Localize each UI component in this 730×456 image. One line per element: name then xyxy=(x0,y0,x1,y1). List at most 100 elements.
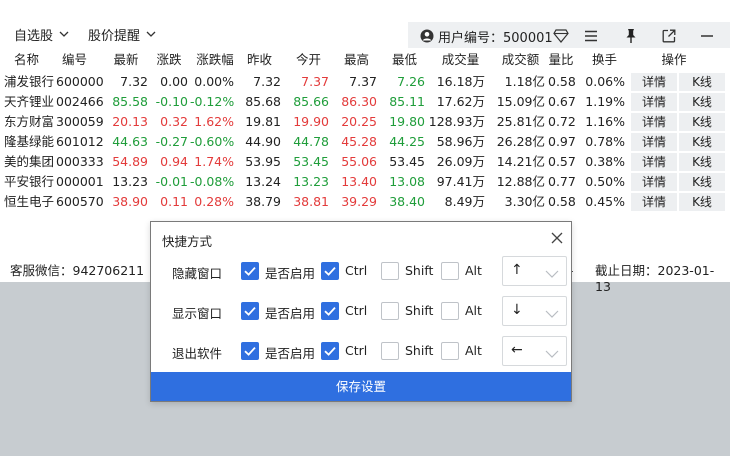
kline-button[interactable]: K线 xyxy=(679,93,725,111)
close-icon[interactable] xyxy=(550,231,564,245)
cell-latest: 13.23 xyxy=(112,174,148,189)
column-header[interactable]: 最低 xyxy=(382,50,427,70)
column-header[interactable]: 成交额 xyxy=(492,50,549,70)
table-row[interactable]: 恒生电子 600570 38.90 0.11 0.28% 38.79 38.81 39.29 3… xyxy=(0,192,730,212)
alt-checkbox[interactable] xyxy=(441,262,459,280)
watchlist-menu[interactable]: 自选股 xyxy=(14,22,69,46)
table-row[interactable]: 隆基绿能 601012 44.63 -0.27 -0.60% 44.90 44.78 45.2… xyxy=(0,132,730,152)
cell-name: 浦发银行 xyxy=(4,74,55,89)
cell-code: 600000 xyxy=(56,74,104,89)
cell-prev-close: 13.24 xyxy=(245,174,281,189)
cell-low: 7.26 xyxy=(397,74,425,89)
cell-name: 隆基绿能 xyxy=(4,134,55,149)
alt-checkbox[interactable] xyxy=(441,342,459,360)
cell-volume: 17.62万 xyxy=(436,94,485,109)
key-select[interactable]: ← xyxy=(502,336,567,366)
shift-checkbox[interactable] xyxy=(381,302,399,320)
detail-button[interactable]: 详情 xyxy=(631,93,677,111)
column-header[interactable]: 名称 xyxy=(14,50,54,70)
table-row[interactable]: 平安银行 000001 13.23 -0.01 -0.08% 13.24 13.23 13.4… xyxy=(0,172,730,192)
table-row[interactable]: 东方财富 300059 20.13 0.32 1.62% 19.81 19.90 20.25 1… xyxy=(0,112,730,132)
popout-icon[interactable] xyxy=(660,27,678,45)
pin-icon[interactable] xyxy=(622,27,640,45)
cell-change: 0.11 xyxy=(160,194,188,209)
detail-button[interactable]: 详情 xyxy=(631,73,677,91)
cell-latest: 20.13 xyxy=(112,114,148,129)
service-wechat: 客服微信：942706211 xyxy=(10,263,145,278)
cell-latest: 44.63 xyxy=(112,134,148,149)
cell-change-pct: -0.60% xyxy=(190,134,235,149)
column-header[interactable]: 成交量 xyxy=(432,50,489,70)
cell-volume: 58.96万 xyxy=(436,134,485,149)
key-select[interactable]: ↓ xyxy=(502,296,567,326)
column-header[interactable]: 今开 xyxy=(286,50,331,70)
shift-checkbox[interactable] xyxy=(381,342,399,360)
table-row[interactable]: 天齐锂业 002466 85.58 -0.10 -0.12% 85.68 85.66 86.3… xyxy=(0,92,730,112)
ctrl-checkbox[interactable] xyxy=(321,342,339,360)
column-header[interactable]: 涨跌幅 xyxy=(190,50,240,70)
column-header[interactable]: 涨跌 xyxy=(150,50,188,70)
kline-button[interactable]: K线 xyxy=(679,113,725,131)
ctrl-checkbox[interactable] xyxy=(321,262,339,280)
detail-button[interactable]: 详情 xyxy=(631,133,677,151)
enable-checkbox[interactable] xyxy=(241,262,259,280)
enable-checkbox[interactable] xyxy=(241,342,259,360)
minimize-icon[interactable] xyxy=(698,27,716,45)
cell-volume: 128.93万 xyxy=(428,114,485,129)
cell-latest: 7.32 xyxy=(120,74,148,89)
cell-prev-close: 38.79 xyxy=(245,194,281,209)
shift-checkbox[interactable] xyxy=(381,262,399,280)
diamond-icon[interactable] xyxy=(552,27,570,45)
cell-name: 东方财富 xyxy=(4,114,55,129)
price-alert-menu[interactable]: 股价提醒 xyxy=(88,22,156,46)
cell-high: 39.29 xyxy=(341,194,377,209)
shortcut-label: 隐藏窗口 xyxy=(172,266,223,281)
chevron-down-icon xyxy=(59,31,69,37)
menu-icon[interactable] xyxy=(582,27,600,45)
cell-high: 55.06 xyxy=(341,154,377,169)
detail-button[interactable]: 详情 xyxy=(631,153,677,171)
enable-label: 是否启用 xyxy=(265,346,316,361)
cell-change-pct: 0.00% xyxy=(194,74,234,89)
cell-open: 7.37 xyxy=(301,74,329,89)
shortcut-row: 隐藏窗口 是否启用 Ctrl Shift Alt ↑ xyxy=(151,256,573,286)
cell-change: 0.32 xyxy=(160,114,188,129)
cell-low: 44.25 xyxy=(389,134,425,149)
cell-turnover: 0.38% xyxy=(585,154,625,169)
cell-code: 002466 xyxy=(56,94,104,109)
cell-name: 恒生电子 xyxy=(4,194,55,209)
ctrl-checkbox[interactable] xyxy=(321,302,339,320)
column-header[interactable]: 操作 xyxy=(640,50,708,70)
table-row[interactable]: 浦发银行 600000 7.32 0.00 0.00% 7.32 7.37 7.37 7.26 1… xyxy=(0,72,730,92)
shortcut-dialog: 快捷方式 隐藏窗口 是否启用 Ctrl Shift Alt ↑ 显示窗口 是否启用 Ctrl Sh… xyxy=(150,221,572,402)
cell-name: 天齐锂业 xyxy=(4,94,55,109)
ctrl-label: Ctrl xyxy=(345,263,368,278)
table-row[interactable]: 美的集团 000333 54.89 0.94 1.74% 53.95 53.45 55.06 5… xyxy=(0,152,730,172)
kline-button[interactable]: K线 xyxy=(679,153,725,171)
detail-button[interactable]: 详情 xyxy=(631,193,677,211)
column-header[interactable]: 量比 xyxy=(546,50,576,70)
detail-button[interactable]: 详情 xyxy=(631,113,677,131)
column-header[interactable]: 最高 xyxy=(334,50,379,70)
column-header[interactable]: 编号 xyxy=(62,50,102,70)
column-header[interactable]: 换手 xyxy=(582,50,627,70)
column-header[interactable]: 昨收 xyxy=(238,50,281,70)
cell-code: 300059 xyxy=(56,114,104,129)
detail-button[interactable]: 详情 xyxy=(631,173,677,191)
column-header[interactable]: 最新 xyxy=(104,50,148,70)
chevron-down-icon xyxy=(146,31,156,37)
save-settings-button[interactable]: 保存设置 xyxy=(151,372,571,401)
kline-button[interactable]: K线 xyxy=(679,193,725,211)
cell-amount: 12.88亿 xyxy=(496,174,545,189)
user-icon xyxy=(420,29,434,43)
dialog-title: 快捷方式 xyxy=(162,234,213,249)
enable-checkbox[interactable] xyxy=(241,302,259,320)
cell-amount: 25.81亿 xyxy=(496,114,545,129)
user-id[interactable]: 用户编号：500001 xyxy=(420,26,553,46)
key-select[interactable]: ↑ xyxy=(502,256,567,286)
kline-button[interactable]: K线 xyxy=(679,73,725,91)
cell-vol-ratio: 0.58 xyxy=(548,74,576,89)
kline-button[interactable]: K线 xyxy=(679,133,725,151)
alt-checkbox[interactable] xyxy=(441,302,459,320)
kline-button[interactable]: K线 xyxy=(679,173,725,191)
